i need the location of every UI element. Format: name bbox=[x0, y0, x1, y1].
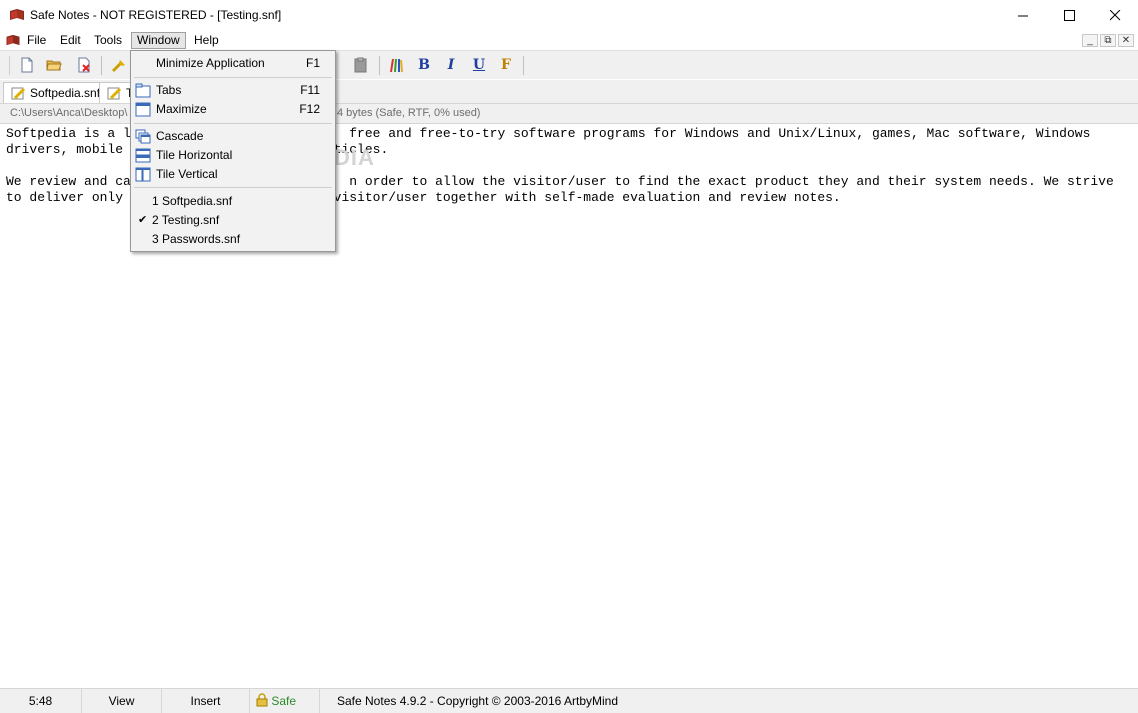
status-insert-mode[interactable]: Insert bbox=[162, 689, 250, 713]
safe-label: Safe bbox=[271, 694, 297, 708]
app-book-icon bbox=[10, 9, 24, 20]
colors-icon[interactable] bbox=[387, 56, 405, 74]
status-view[interactable]: View bbox=[82, 689, 162, 713]
menu-item-maximize[interactable]: Maximize F12 bbox=[133, 100, 333, 119]
menu-help[interactable]: Help bbox=[189, 32, 224, 49]
menu-tools[interactable]: Tools bbox=[89, 32, 127, 49]
menu-file[interactable]: File bbox=[22, 32, 51, 49]
menu-item-tile-vertical[interactable]: Tile Vertical bbox=[133, 165, 333, 184]
menu-item-cascade[interactable]: Cascade bbox=[133, 127, 333, 146]
font-button[interactable]: F bbox=[497, 56, 515, 74]
title-bar: Safe Notes - NOT REGISTERED - [Testing.s… bbox=[0, 0, 1138, 31]
toolbar-grip bbox=[9, 56, 10, 75]
menu-separator bbox=[134, 123, 332, 124]
status-safe: Safe bbox=[250, 689, 320, 713]
toolbar-separator bbox=[523, 56, 524, 75]
menu-item-recent-softpedia[interactable]: 1 Softpedia.snf bbox=[133, 192, 333, 211]
cascade-icon bbox=[135, 129, 151, 144]
menu-edit[interactable]: Edit bbox=[55, 32, 86, 49]
mdi-restore-button[interactable]: ⧉ bbox=[1100, 34, 1116, 47]
tile-horizontal-icon bbox=[135, 148, 151, 163]
note-pencil-icon bbox=[11, 87, 26, 100]
status-time: 5:48 bbox=[0, 689, 82, 713]
menu-window[interactable]: Window bbox=[131, 32, 186, 49]
tabs-icon bbox=[135, 83, 151, 98]
file-info: 4 bytes (Safe, RTF, 0% used) bbox=[337, 107, 481, 119]
maximize-button[interactable] bbox=[1046, 0, 1092, 31]
status-bar: 5:48 View Insert Safe Safe Notes 4.9.2 -… bbox=[0, 688, 1138, 713]
checkmark-icon: ✔ bbox=[138, 214, 148, 226]
file-path: C:\Users\Anca\Desktop\ bbox=[10, 107, 128, 119]
menu-bar: File Edit Tools Window Help _ ⧉ ✕ bbox=[0, 31, 1138, 50]
toolbar-separator bbox=[379, 56, 380, 75]
mdi-document-icon[interactable] bbox=[5, 34, 21, 47]
tab-softpedia[interactable]: Softpedia.snf bbox=[3, 82, 108, 103]
menu-item-minimize-application[interactable]: Minimize Application F1 bbox=[133, 54, 333, 73]
lock-icon bbox=[256, 693, 268, 707]
close-icon bbox=[1109, 10, 1120, 21]
window-menu-dropdown: Minimize Application F1 Tabs F11 Maximiz… bbox=[130, 50, 336, 252]
menu-item-recent-passwords[interactable]: 3 Passwords.snf bbox=[133, 230, 333, 249]
menu-item-recent-testing[interactable]: ✔ 2 Testing.snf bbox=[133, 211, 333, 230]
menu-item-tile-horizontal[interactable]: Tile Horizontal bbox=[133, 146, 333, 165]
bold-button[interactable]: B bbox=[415, 56, 433, 74]
close-document-icon[interactable] bbox=[75, 56, 93, 74]
underline-button[interactable]: U bbox=[470, 56, 488, 74]
menu-separator bbox=[134, 77, 332, 78]
open-folder-icon[interactable] bbox=[45, 56, 63, 74]
maximize-icon bbox=[1063, 10, 1075, 21]
minimize-button[interactable] bbox=[1000, 0, 1046, 31]
toolbar-separator bbox=[101, 56, 102, 75]
window-title: Safe Notes - NOT REGISTERED - [Testing.s… bbox=[30, 8, 282, 22]
mdi-minimize-button[interactable]: _ bbox=[1082, 34, 1098, 47]
new-document-icon[interactable] bbox=[18, 56, 36, 74]
minimize-icon bbox=[1017, 15, 1028, 17]
menu-item-tabs[interactable]: Tabs F11 bbox=[133, 81, 333, 100]
tab-label: Softpedia.snf bbox=[30, 86, 101, 100]
maximize-window-icon bbox=[135, 102, 151, 117]
menu-separator bbox=[134, 187, 332, 188]
mdi-close-button[interactable]: ✕ bbox=[1118, 34, 1134, 47]
italic-button[interactable]: I bbox=[442, 56, 460, 74]
close-button[interactable] bbox=[1092, 0, 1138, 31]
paste-icon[interactable] bbox=[352, 56, 370, 74]
status-copyright: Safe Notes 4.9.2 - Copyright © 2003-2016… bbox=[337, 694, 618, 708]
clean-brush-icon[interactable] bbox=[110, 56, 128, 74]
note-pencil-icon bbox=[107, 87, 122, 100]
tile-vertical-icon bbox=[135, 167, 151, 182]
